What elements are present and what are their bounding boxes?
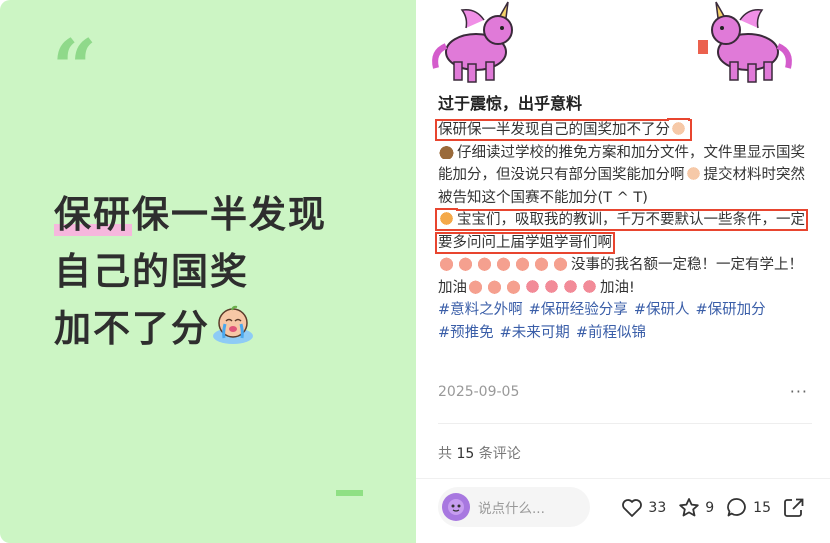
more-options-button[interactable]: ··· bbox=[790, 382, 808, 401]
sad-face-icon bbox=[562, 278, 579, 294]
comments-count: 共 15 条评论 bbox=[438, 443, 521, 463]
post-p3-text: 宝宝们，吸取我的教训，千万不要默认一些条件，一定要多问问上届学姐学哥们啊 bbox=[438, 212, 805, 251]
heart-icon bbox=[622, 498, 643, 517]
cover-image[interactable]: “ 保研保一半发现 自己的国奖 加不了分 bbox=[0, 0, 416, 543]
post-panel: 过于震惊，出乎意料 保研保一半发现自己的国奖加不了分 仔细读过学校的推免方案和加… bbox=[416, 0, 830, 543]
pig-face-icon bbox=[533, 256, 550, 271]
post-body: 保研保一半发现自己的国奖加不了分 仔细读过学校的推免方案和加分文件，文件里显示国… bbox=[435, 119, 816, 344]
post-paragraph-1: 保研保一半发现自己的国奖加不了分 bbox=[435, 119, 816, 142]
action-bar: 33 9 15 bbox=[609, 497, 810, 518]
pig-face-icon bbox=[486, 278, 503, 294]
pig-face-icon bbox=[514, 256, 531, 271]
crying-face-icon bbox=[670, 121, 687, 136]
post-tags: #意料之外啊 #保研经验分享 #保研人 #保研加分 #预推免 #未来可期 #前程似锦 bbox=[438, 299, 816, 344]
poop-icon bbox=[438, 143, 455, 159]
pig-face-icon bbox=[438, 256, 455, 271]
unicorn-sticker-icon bbox=[432, 1, 513, 83]
post-p1-text: 保研保一半发现自己的国奖加不了分 bbox=[438, 122, 670, 138]
comments-suffix: 条评论 bbox=[474, 446, 521, 462]
hashtag-link[interactable]: #保研加分 bbox=[695, 302, 765, 318]
like-button[interactable]: 33 bbox=[621, 498, 666, 518]
post-title: 过于震惊，出乎意料 bbox=[438, 94, 583, 113]
comment-bubble-icon bbox=[727, 498, 746, 517]
cover-line-3-text: 加不了分 bbox=[54, 307, 210, 350]
comment-count: 15 bbox=[753, 499, 771, 516]
post-paragraph-4: 没事的我名额一定稳！一定有学上！加油 加油! bbox=[438, 254, 816, 299]
cover-line-2: 自己的国奖 bbox=[54, 250, 249, 293]
avatar bbox=[442, 493, 470, 521]
tiger-face-icon bbox=[438, 211, 455, 226]
pig-face-icon bbox=[552, 256, 569, 271]
post-date: 2025-09-05 bbox=[438, 384, 520, 400]
collect-button[interactable]: 9 bbox=[678, 497, 714, 518]
divider bbox=[416, 478, 830, 479]
comments-prefix: 共 bbox=[438, 446, 457, 462]
hashtag-link[interactable]: #预推免 bbox=[438, 325, 494, 341]
pig-face-icon bbox=[505, 278, 522, 294]
hashtag-link[interactable]: #意料之外啊 bbox=[438, 302, 523, 318]
decorative-dash bbox=[336, 490, 363, 496]
crying-face-icon bbox=[684, 166, 702, 181]
cover-line-1: 保研保一半发现 bbox=[54, 186, 327, 243]
comment-button[interactable]: 15 bbox=[726, 497, 771, 518]
post-paragraph-3: 宝宝们，吸取我的教训，千万不要默认一些条件，一定要多问问上届学姐学哥们啊 bbox=[435, 209, 816, 254]
pig-face-icon bbox=[476, 256, 493, 271]
cover-headline: 保研保一半发现 自己的国奖 加不了分 bbox=[54, 186, 327, 357]
collect-count: 9 bbox=[705, 499, 715, 516]
share-icon bbox=[784, 498, 804, 517]
unicorn-sticker-icon bbox=[698, 1, 792, 83]
pig-face-icon bbox=[495, 256, 512, 271]
like-count: 33 bbox=[648, 499, 667, 516]
hashtag-link[interactable]: #未来可期 bbox=[500, 325, 570, 341]
pig-face-icon bbox=[467, 278, 484, 294]
divider bbox=[438, 423, 812, 424]
share-button[interactable] bbox=[783, 497, 810, 518]
cover-line-1-rest: 保一半发现 bbox=[132, 193, 327, 236]
hashtag-link[interactable]: #前程似锦 bbox=[576, 325, 646, 341]
highlighted-sentence: 保研保一半发现自己的国奖加不了分 bbox=[435, 119, 692, 141]
hashtag-link[interactable]: #保研经验分享 bbox=[529, 302, 628, 318]
star-icon bbox=[679, 498, 699, 517]
quote-mark: “ bbox=[52, 23, 97, 114]
sad-face-icon bbox=[543, 278, 560, 294]
post-p4b-text: 加油! bbox=[600, 279, 635, 296]
comment-placeholder: 说点什么... bbox=[478, 501, 545, 517]
comment-input[interactable]: 说点什么... bbox=[438, 487, 590, 527]
pig-face-icon bbox=[457, 256, 474, 271]
avatar-icon bbox=[448, 499, 464, 515]
hashtag-link[interactable]: #保研人 bbox=[634, 302, 690, 318]
highlighted-sentence: 宝宝们，吸取我的教训，千万不要默认一些条件，一定要多问问上届学姐学哥们啊 bbox=[435, 209, 808, 254]
comments-number: 15 bbox=[456, 446, 475, 462]
sad-face-icon bbox=[581, 278, 598, 294]
crying-face-icon bbox=[213, 305, 253, 344]
post-paragraph-2: 仔细读过学校的推免方案和加分文件，文件里显示国奖能加分，但没说只有部分国奖能加分… bbox=[438, 142, 816, 210]
cover-highlight: 保研 bbox=[54, 193, 132, 236]
cover-line-3: 加不了分 bbox=[54, 300, 327, 357]
sad-face-icon bbox=[524, 278, 541, 294]
